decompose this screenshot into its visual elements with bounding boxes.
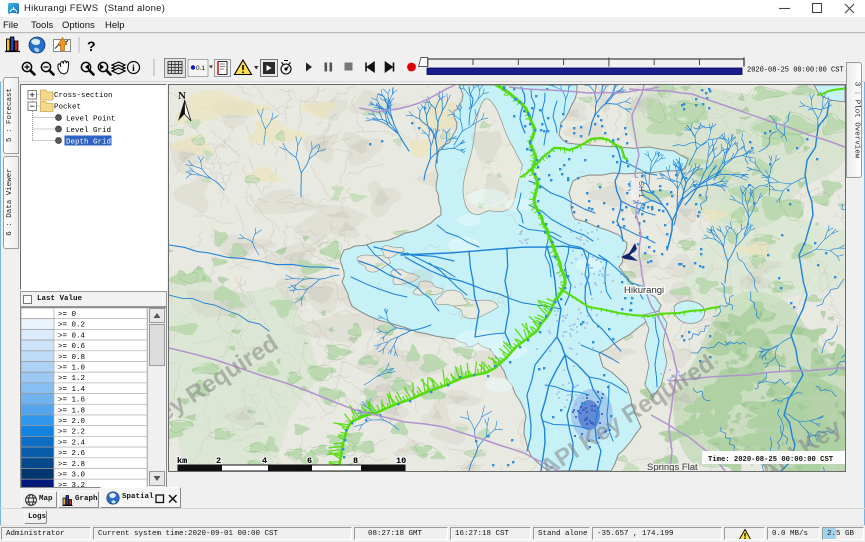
svg-text:>= 0: >= 0 <box>58 311 77 319</box>
svg-text:>= 1.0: >= 1.0 <box>58 365 86 373</box>
svg-text:SH 1: SH 1 <box>637 181 646 198</box>
svg-text:>= 0.8: >= 0.8 <box>58 354 85 362</box>
svg-text:>= 3.2: >= 3.2 <box>58 482 85 488</box>
svg-text:>= 0.2: >= 0.2 <box>58 322 85 330</box>
svg-text:Time: 2020-08-25 00:00:00 CST: Time: 2020-08-25 00:00:00 CST <box>708 456 834 464</box>
svg-text:Depth Grid: Depth Grid <box>66 139 111 147</box>
svg-text:Springs Flat: Springs Flat <box>647 462 698 471</box>
svg-text:2020-08-25 00:00:00 CST: 2020-08-25 00:00:00 CST <box>747 67 844 75</box>
svg-text:>= 1.4: >= 1.4 <box>58 386 86 394</box>
svg-text:>= 2.6: >= 2.6 <box>58 450 86 458</box>
svg-text:>= 2.4: >= 2.4 <box>58 439 86 447</box>
svg-text:i: i <box>132 64 135 74</box>
svg-text:>= 0.4: >= 0.4 <box>58 332 86 340</box>
svg-text:>= 2.0: >= 2.0 <box>58 418 86 426</box>
svg-text:>= 3.0: >= 3.0 <box>58 472 86 480</box>
svg-text:Cross-section: Cross-section <box>54 92 113 100</box>
svg-text:Level Grid: Level Grid <box>66 127 111 135</box>
svg-text:>= 0.6: >= 0.6 <box>58 343 86 351</box>
svg-text:Pocket: Pocket <box>54 104 81 112</box>
svg-text:>= 1.2: >= 1.2 <box>58 375 85 383</box>
svg-text:>= 1.8: >= 1.8 <box>58 407 85 415</box>
svg-text:>= 2.8: >= 2.8 <box>58 461 85 469</box>
svg-text:Hikurangi: Hikurangi <box>624 285 664 296</box>
svg-text:0.1: 0.1 <box>196 65 205 72</box>
svg-text:Level Point: Level Point <box>66 116 116 124</box>
svg-text:>= 1.6: >= 1.6 <box>58 397 86 405</box>
svg-text:?: ? <box>87 38 96 54</box>
svg-text:>= 2.2: >= 2.2 <box>58 429 85 437</box>
